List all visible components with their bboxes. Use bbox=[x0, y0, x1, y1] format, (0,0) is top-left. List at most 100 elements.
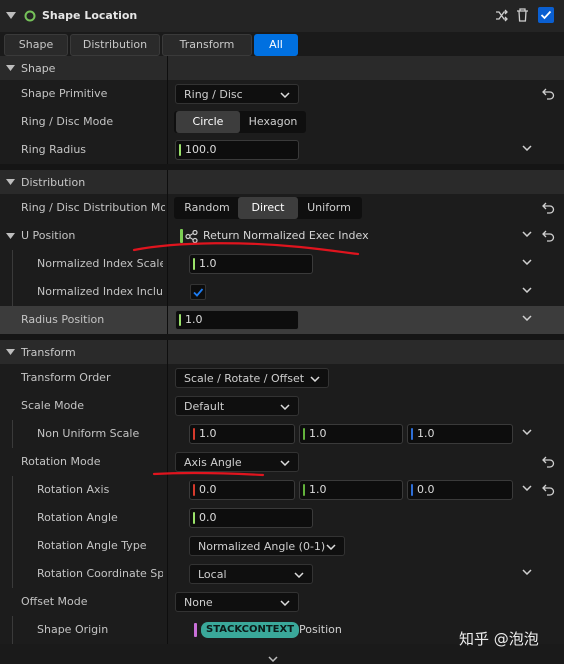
normalized-index-scale-input[interactable]: 1.0 bbox=[189, 254, 313, 274]
chevron-down-icon[interactable] bbox=[268, 656, 278, 662]
option-random[interactable]: Random bbox=[176, 197, 238, 219]
section-transform[interactable]: Transform bbox=[0, 340, 564, 365]
scalar-channel-marker bbox=[180, 229, 183, 243]
dropdown-value: Normalized Angle (0-1) bbox=[198, 540, 326, 553]
reset-to-default-icon[interactable] bbox=[542, 88, 555, 100]
rotation-axis-x-input[interactable]: 0.0 bbox=[189, 480, 295, 500]
property-label: Normalized Index Include bbox=[37, 285, 163, 298]
normalized-index-include-checkbox[interactable] bbox=[190, 284, 206, 300]
row-normalized-index-scale: Normalized Index Scale 1.0 bbox=[0, 250, 564, 279]
chevron-down-icon[interactable] bbox=[522, 145, 532, 151]
row-rotation-angle-type: Rotation Angle Type Normalized Angle (0-… bbox=[0, 532, 564, 561]
rotation-axis-y-input[interactable]: 1.0 bbox=[299, 480, 403, 500]
non-uniform-scale-x-input[interactable]: 1.0 bbox=[189, 424, 295, 444]
chevron-down-icon[interactable] bbox=[522, 485, 532, 491]
row-ring-radius: Ring Radius 100.0 bbox=[0, 136, 564, 165]
option-direct[interactable]: Direct bbox=[238, 197, 298, 219]
rotation-axis-z-input[interactable]: 0.0 bbox=[407, 480, 513, 500]
chevron-down-icon[interactable] bbox=[522, 315, 532, 321]
row-rotation-angle: Rotation Angle 0.0 bbox=[0, 504, 564, 533]
dropdown-value: Local bbox=[198, 568, 227, 581]
option-uniform[interactable]: Uniform bbox=[298, 197, 360, 219]
rotation-angle-type-dropdown[interactable]: Normalized Angle (0-1) bbox=[189, 536, 345, 556]
linked-attribute-name[interactable]: Position bbox=[299, 623, 342, 636]
row-ring-disc-mode: Ring / Disc Mode Circle Hexagon bbox=[0, 108, 564, 137]
section-title: Distribution bbox=[21, 176, 86, 189]
scale-mode-dropdown[interactable]: Default bbox=[175, 396, 299, 416]
stack-context-pill[interactable]: STACKCONTEXT bbox=[201, 622, 300, 638]
dynamic-input-icon bbox=[185, 230, 198, 243]
chevron-down-icon[interactable] bbox=[522, 429, 532, 435]
chevron-down-icon[interactable] bbox=[522, 231, 532, 237]
y-channel-marker bbox=[303, 428, 305, 440]
shuffle-icon[interactable] bbox=[495, 9, 509, 22]
input-value: 0.0 bbox=[199, 511, 217, 524]
input-value: 1.0 bbox=[185, 313, 203, 326]
input-value: 1.0 bbox=[199, 257, 217, 270]
chevron-down-icon bbox=[280, 404, 290, 410]
collapse-arrow-icon bbox=[6, 349, 15, 355]
row-scale-mode: Scale Mode Default bbox=[0, 392, 564, 421]
z-channel-marker bbox=[411, 484, 413, 496]
property-label: Transform Order bbox=[21, 371, 111, 384]
ring-disc-mode-toggle: Circle Hexagon bbox=[174, 111, 306, 133]
trash-icon[interactable] bbox=[516, 8, 529, 22]
option-circle[interactable]: Circle bbox=[176, 111, 240, 133]
input-value: 1.0 bbox=[309, 427, 327, 440]
row-rotation-coordinate-space: Rotation Coordinate Spac Local bbox=[0, 560, 564, 589]
option-hexagon[interactable]: Hexagon bbox=[242, 111, 304, 133]
row-non-uniform-scale: Non Uniform Scale 1.0 1.0 1.0 bbox=[0, 420, 564, 449]
chevron-down-icon[interactable] bbox=[522, 287, 532, 293]
radius-position-input[interactable]: 1.0 bbox=[175, 310, 299, 330]
collapse-arrow-icon[interactable] bbox=[6, 12, 16, 20]
reset-to-default-icon[interactable] bbox=[542, 484, 555, 496]
rotation-angle-input[interactable]: 0.0 bbox=[189, 508, 313, 528]
reset-to-default-icon[interactable] bbox=[542, 456, 555, 468]
row-shape-primitive: Shape Primitive Ring / Disc bbox=[0, 80, 564, 109]
collapse-arrow-icon bbox=[6, 179, 15, 185]
rotation-coordinate-space-dropdown[interactable]: Local bbox=[189, 564, 313, 584]
dynamic-input-value[interactable]: Return Normalized Exec Index bbox=[203, 229, 369, 242]
tab-all[interactable]: All bbox=[254, 34, 298, 56]
row-normalized-index-include: Normalized Index Include bbox=[0, 278, 564, 307]
non-uniform-scale-y-input[interactable]: 1.0 bbox=[299, 424, 403, 444]
section-shape[interactable]: Shape bbox=[0, 56, 564, 81]
row-transform-order: Transform Order Scale / Rotate / Offset bbox=[0, 364, 564, 393]
module-status-icon bbox=[24, 10, 36, 22]
collapse-arrow-icon bbox=[6, 65, 15, 71]
non-uniform-scale-z-input[interactable]: 1.0 bbox=[407, 424, 513, 444]
dropdown-value: Scale / Rotate / Offset bbox=[184, 372, 305, 385]
property-label: Rotation Axis bbox=[37, 483, 110, 496]
reset-to-default-icon[interactable] bbox=[542, 202, 555, 214]
distribution-mode-toggle: Random Direct Uniform bbox=[174, 197, 362, 219]
tab-shape[interactable]: Shape bbox=[4, 34, 68, 56]
property-label: Shape Origin bbox=[37, 623, 109, 636]
chevron-down-icon bbox=[280, 600, 290, 606]
tab-transform[interactable]: Transform bbox=[162, 34, 252, 56]
scalar-channel-marker bbox=[179, 144, 181, 156]
property-label: Offset Mode bbox=[21, 595, 88, 608]
tab-distribution[interactable]: Distribution bbox=[70, 34, 160, 56]
property-label: U Position bbox=[21, 229, 76, 242]
property-label: Ring / Disc Mode bbox=[21, 115, 114, 128]
ring-radius-input[interactable]: 100.0 bbox=[175, 140, 299, 160]
property-label: Normalized Index Scale bbox=[37, 257, 163, 270]
property-label: Rotation Angle Type bbox=[37, 539, 147, 552]
reset-to-default-icon[interactable] bbox=[542, 230, 555, 242]
chevron-down-icon[interactable] bbox=[522, 259, 532, 265]
module-header: Shape Location bbox=[0, 0, 564, 33]
enable-checkbox-icon[interactable] bbox=[538, 7, 554, 23]
offset-mode-dropdown[interactable]: None bbox=[175, 592, 299, 612]
row-radius-position: Radius Position 1.0 bbox=[0, 306, 564, 335]
dropdown-value: Ring / Disc bbox=[184, 88, 243, 101]
section-distribution[interactable]: Distribution bbox=[0, 170, 564, 195]
x-channel-marker bbox=[193, 484, 195, 496]
shape-primitive-dropdown[interactable]: Ring / Disc bbox=[175, 84, 299, 104]
collapse-arrow-icon[interactable] bbox=[6, 233, 15, 240]
property-label: Radius Position bbox=[21, 313, 105, 326]
chevron-down-icon[interactable] bbox=[522, 569, 532, 575]
watermark-text: 知乎 @泡泡 bbox=[459, 630, 539, 648]
row-offset-mode: Offset Mode None bbox=[0, 588, 564, 617]
rotation-mode-dropdown[interactable]: Axis Angle bbox=[175, 452, 299, 472]
transform-order-dropdown[interactable]: Scale / Rotate / Offset bbox=[175, 368, 329, 388]
